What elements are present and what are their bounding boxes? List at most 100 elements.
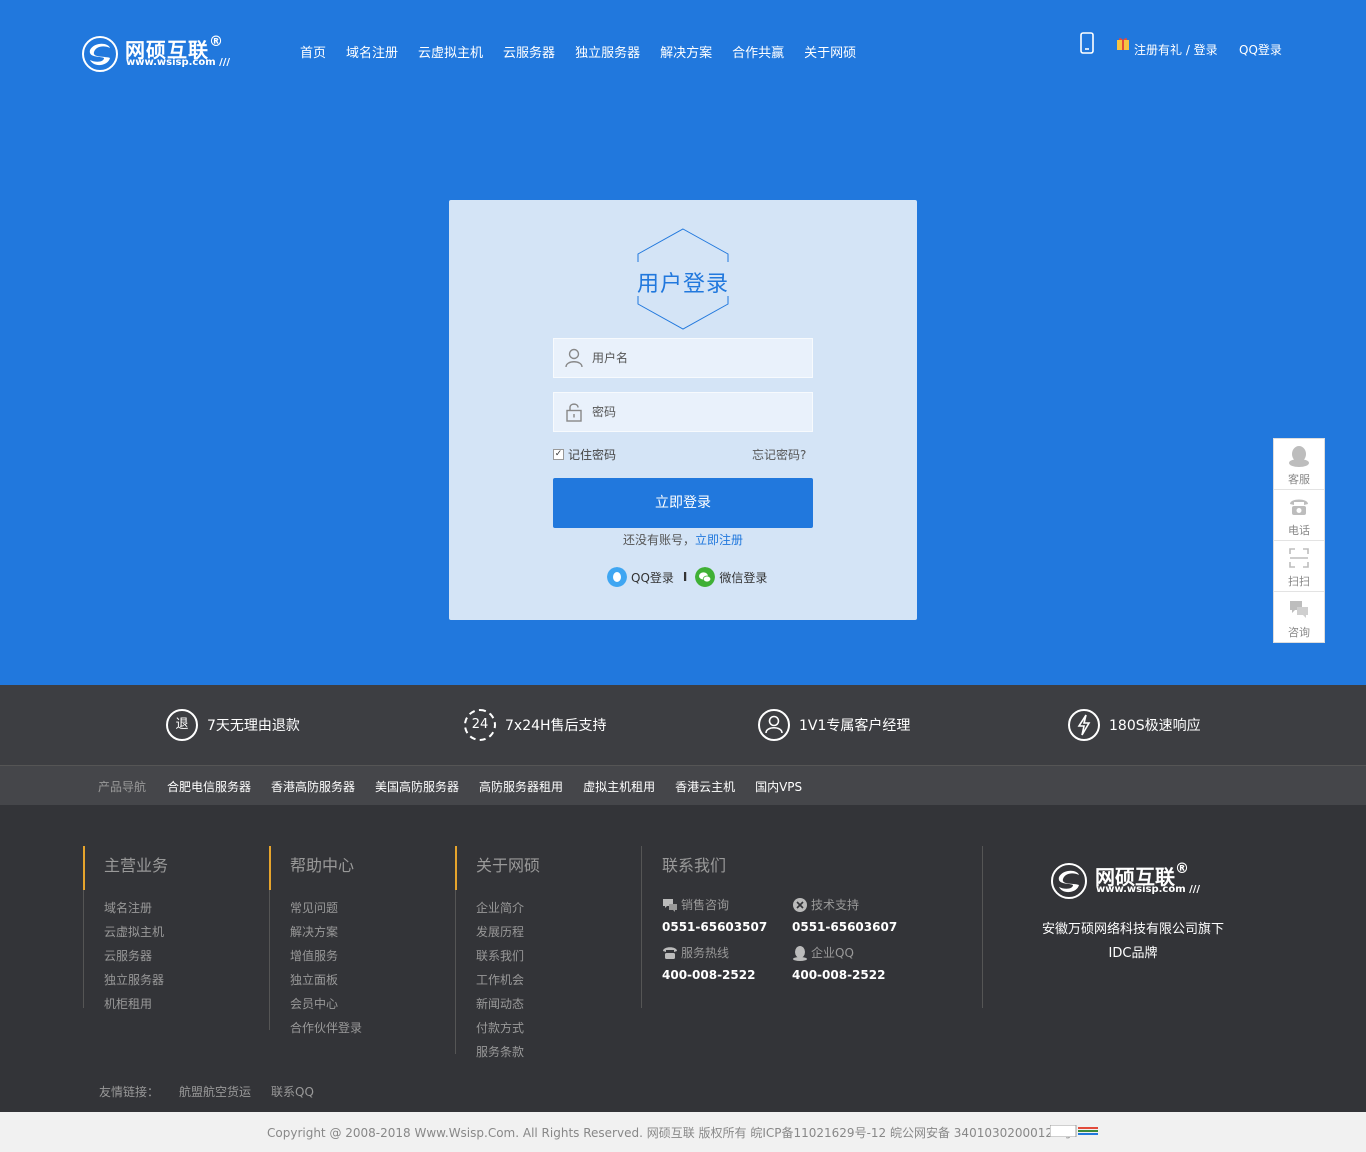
customer-service-icon (1289, 446, 1309, 467)
login-card: 用户登录 ✓ 记住密码 忘记密码? 立即登录 还没有账号，立即注册 (449, 200, 917, 620)
chat-bubbles-icon (1290, 601, 1308, 618)
telephone-icon (663, 946, 677, 959)
footer-link[interactable]: 增值服务 (290, 944, 362, 968)
footer-link[interactable]: 独立服务器 (104, 968, 168, 992)
product-link[interactable]: 高防服务器租用 (479, 778, 563, 795)
telephone-icon (1290, 499, 1308, 515)
nav-item-cloud-server[interactable]: 云服务器 (503, 42, 555, 61)
footer-link[interactable]: 独立面板 (290, 968, 362, 992)
footer-link[interactable]: 发展历程 (476, 920, 540, 944)
register-link[interactable]: 立即注册 (695, 533, 743, 547)
remember-label: 记住密码 (568, 448, 617, 462)
nav-item-solutions[interactable]: 解决方案 (660, 42, 712, 61)
features-strip: 退 7天无理由退款 24 7x24H售后支持 1V1专属客户经理 180S极速响… (0, 685, 1366, 765)
footer-link[interactable]: 服务条款 (476, 1040, 540, 1064)
nav-item-about[interactable]: 关于网硕 (804, 42, 856, 61)
footer-link[interactable]: 机柜租用 (104, 992, 168, 1016)
tech-support: 技术支持 (792, 896, 859, 913)
service-hotline: 服务热线 (662, 944, 729, 961)
product-link[interactable]: 香港高防服务器 (271, 778, 355, 795)
lightning-icon (1068, 709, 1100, 741)
footer-link[interactable]: 企业简介 (476, 896, 540, 920)
product-nav-label: 产品导航 (98, 780, 147, 794)
friend-link[interactable]: 联系QQ (271, 1083, 314, 1100)
sales-consult: 销售咨询 (662, 896, 729, 913)
forgot-password-link[interactable]: 忘记密码? (752, 446, 806, 463)
separator: I (682, 570, 688, 584)
floatbar-consult[interactable]: 咨询 (1274, 592, 1324, 643)
friend-link[interactable]: 航盟航空货运 (179, 1083, 251, 1100)
company-name: 安徽万硕网络科技有限公司旗下 IDC品牌 (1041, 922, 1224, 961)
logo-url: www.wsisp.com /// (126, 57, 231, 68)
footer-col-about: 关于网硕 企业简介 发展历程 联系我们 工作机会 新闻动态 付款方式 服务条款 (455, 846, 541, 1059)
floatbar-phone[interactable]: 电话 (1274, 490, 1324, 541)
footer-link[interactable]: 云虚拟主机 (104, 920, 168, 944)
username-field[interactable] (553, 338, 813, 378)
sales-number: 0551-65603507 (662, 920, 768, 934)
qq-login-link[interactable]: QQ登录 (631, 569, 674, 586)
product-link[interactable]: 合肥电信服务器 (167, 778, 251, 795)
password-field[interactable] (553, 392, 813, 432)
username-input[interactable] (592, 339, 807, 377)
nav-item-virtual-host[interactable]: 云虚拟主机 (418, 42, 483, 61)
qq-icon (793, 945, 807, 961)
floatbar-scan[interactable]: 扫扫 (1274, 541, 1324, 592)
friend-links-label: 友情链接： (99, 1085, 160, 1099)
footer-link[interactable]: 会员中心 (290, 992, 362, 1016)
nav-item-partners[interactable]: 合作共赢 (732, 42, 784, 61)
footer-col-contact: 联系我们 销售咨询 0551-65603507 技术支持 0551-656036… (641, 846, 983, 1008)
site-logo[interactable]: 网硕互联® www.wsisp.com /// (82, 34, 252, 74)
footer-link[interactable]: 云服务器 (104, 944, 168, 968)
nav-item-home[interactable]: 首页 (300, 42, 326, 61)
tech-number: 0551-65603607 (792, 920, 898, 934)
footer-link[interactable]: 合作伙伴登录 (290, 1016, 362, 1040)
main-nav: 首页 域名注册 云虚拟主机 云服务器 独立服务器 解决方案 合作共赢 关于网硕 (300, 42, 876, 61)
product-link[interactable]: 虚拟主机租用 (583, 778, 655, 795)
remember-password[interactable]: ✓ 记住密码 (553, 446, 616, 463)
footer-link[interactable]: 联系我们 (476, 944, 540, 968)
remember-checkbox[interactable]: ✓ (553, 449, 564, 460)
login-submit-button[interactable]: 立即登录 (553, 478, 813, 528)
top-qq-login-link[interactable]: QQ登录 (1239, 41, 1282, 58)
floatbar-customer-service[interactable]: 客服 (1274, 439, 1324, 490)
product-link[interactable]: 香港云主机 (675, 778, 735, 795)
copyright-text: Copyright @ 2008-2018 Www.Wsisp.Com. All… (267, 1126, 1073, 1140)
friend-links: 友情链接： 航盟航空货运 联系QQ (99, 1083, 334, 1100)
footer-logo: 网硕互联® www.wsisp.com /// (1051, 861, 1221, 901)
footer: 主营业务 域名注册 云虚拟主机 云服务器 独立服务器 机柜租用 帮助中心 常见问… (0, 805, 1366, 1112)
social-login: QQ登录 I 微信登录 (607, 567, 767, 587)
certification-badge-icon[interactable] (1050, 1125, 1100, 1137)
feature-fast-response: 180S极速响应 (1068, 709, 1201, 741)
mobile-phone-icon[interactable] (1080, 32, 1094, 54)
footer-link[interactable]: 常见问题 (290, 896, 362, 920)
wechat-login-link[interactable]: 微信登录 (719, 569, 767, 586)
chat-icon (663, 898, 677, 912)
product-link[interactable]: 美国高防服务器 (375, 778, 459, 795)
scan-icon (1289, 548, 1309, 568)
feature-refund: 退 7天无理由退款 (166, 709, 300, 741)
logo-mark-icon (82, 36, 118, 72)
feature-account-manager: 1V1专属客户经理 (758, 709, 910, 741)
logo-mark-icon (1051, 863, 1087, 899)
hotline-number: 400-008-2522 (662, 968, 756, 982)
qq-icon[interactable] (607, 567, 627, 587)
login-title: 用户登录 (636, 272, 729, 297)
floating-service-bar: 客服 电话 扫扫 咨询 (1273, 438, 1325, 643)
footer-link[interactable]: 域名注册 (104, 896, 168, 920)
feature-support: 24 7x24H售后支持 (464, 709, 607, 741)
footer-col-title: 帮助中心 (290, 856, 355, 875)
product-link[interactable]: 国内VPS (755, 778, 802, 795)
register-login-link[interactable]: 注册有礼 / 登录 (1134, 41, 1218, 58)
footer-col-title: 关于网硕 (476, 856, 541, 875)
enterprise-qq: 企业QQ (792, 944, 854, 961)
nav-item-domain[interactable]: 域名注册 (346, 42, 398, 61)
footer-col-business: 主营业务 域名注册 云虚拟主机 云服务器 独立服务器 机柜租用 (83, 846, 168, 1011)
lock-icon (566, 403, 582, 422)
nav-item-dedicated-server[interactable]: 独立服务器 (575, 42, 640, 61)
footer-link[interactable]: 新闻动态 (476, 992, 540, 1016)
footer-link[interactable]: 解决方案 (290, 920, 362, 944)
footer-link[interactable]: 付款方式 (476, 1016, 540, 1040)
password-input[interactable] (592, 393, 807, 431)
footer-link[interactable]: 工作机会 (476, 968, 540, 992)
wechat-icon[interactable] (695, 567, 716, 587)
